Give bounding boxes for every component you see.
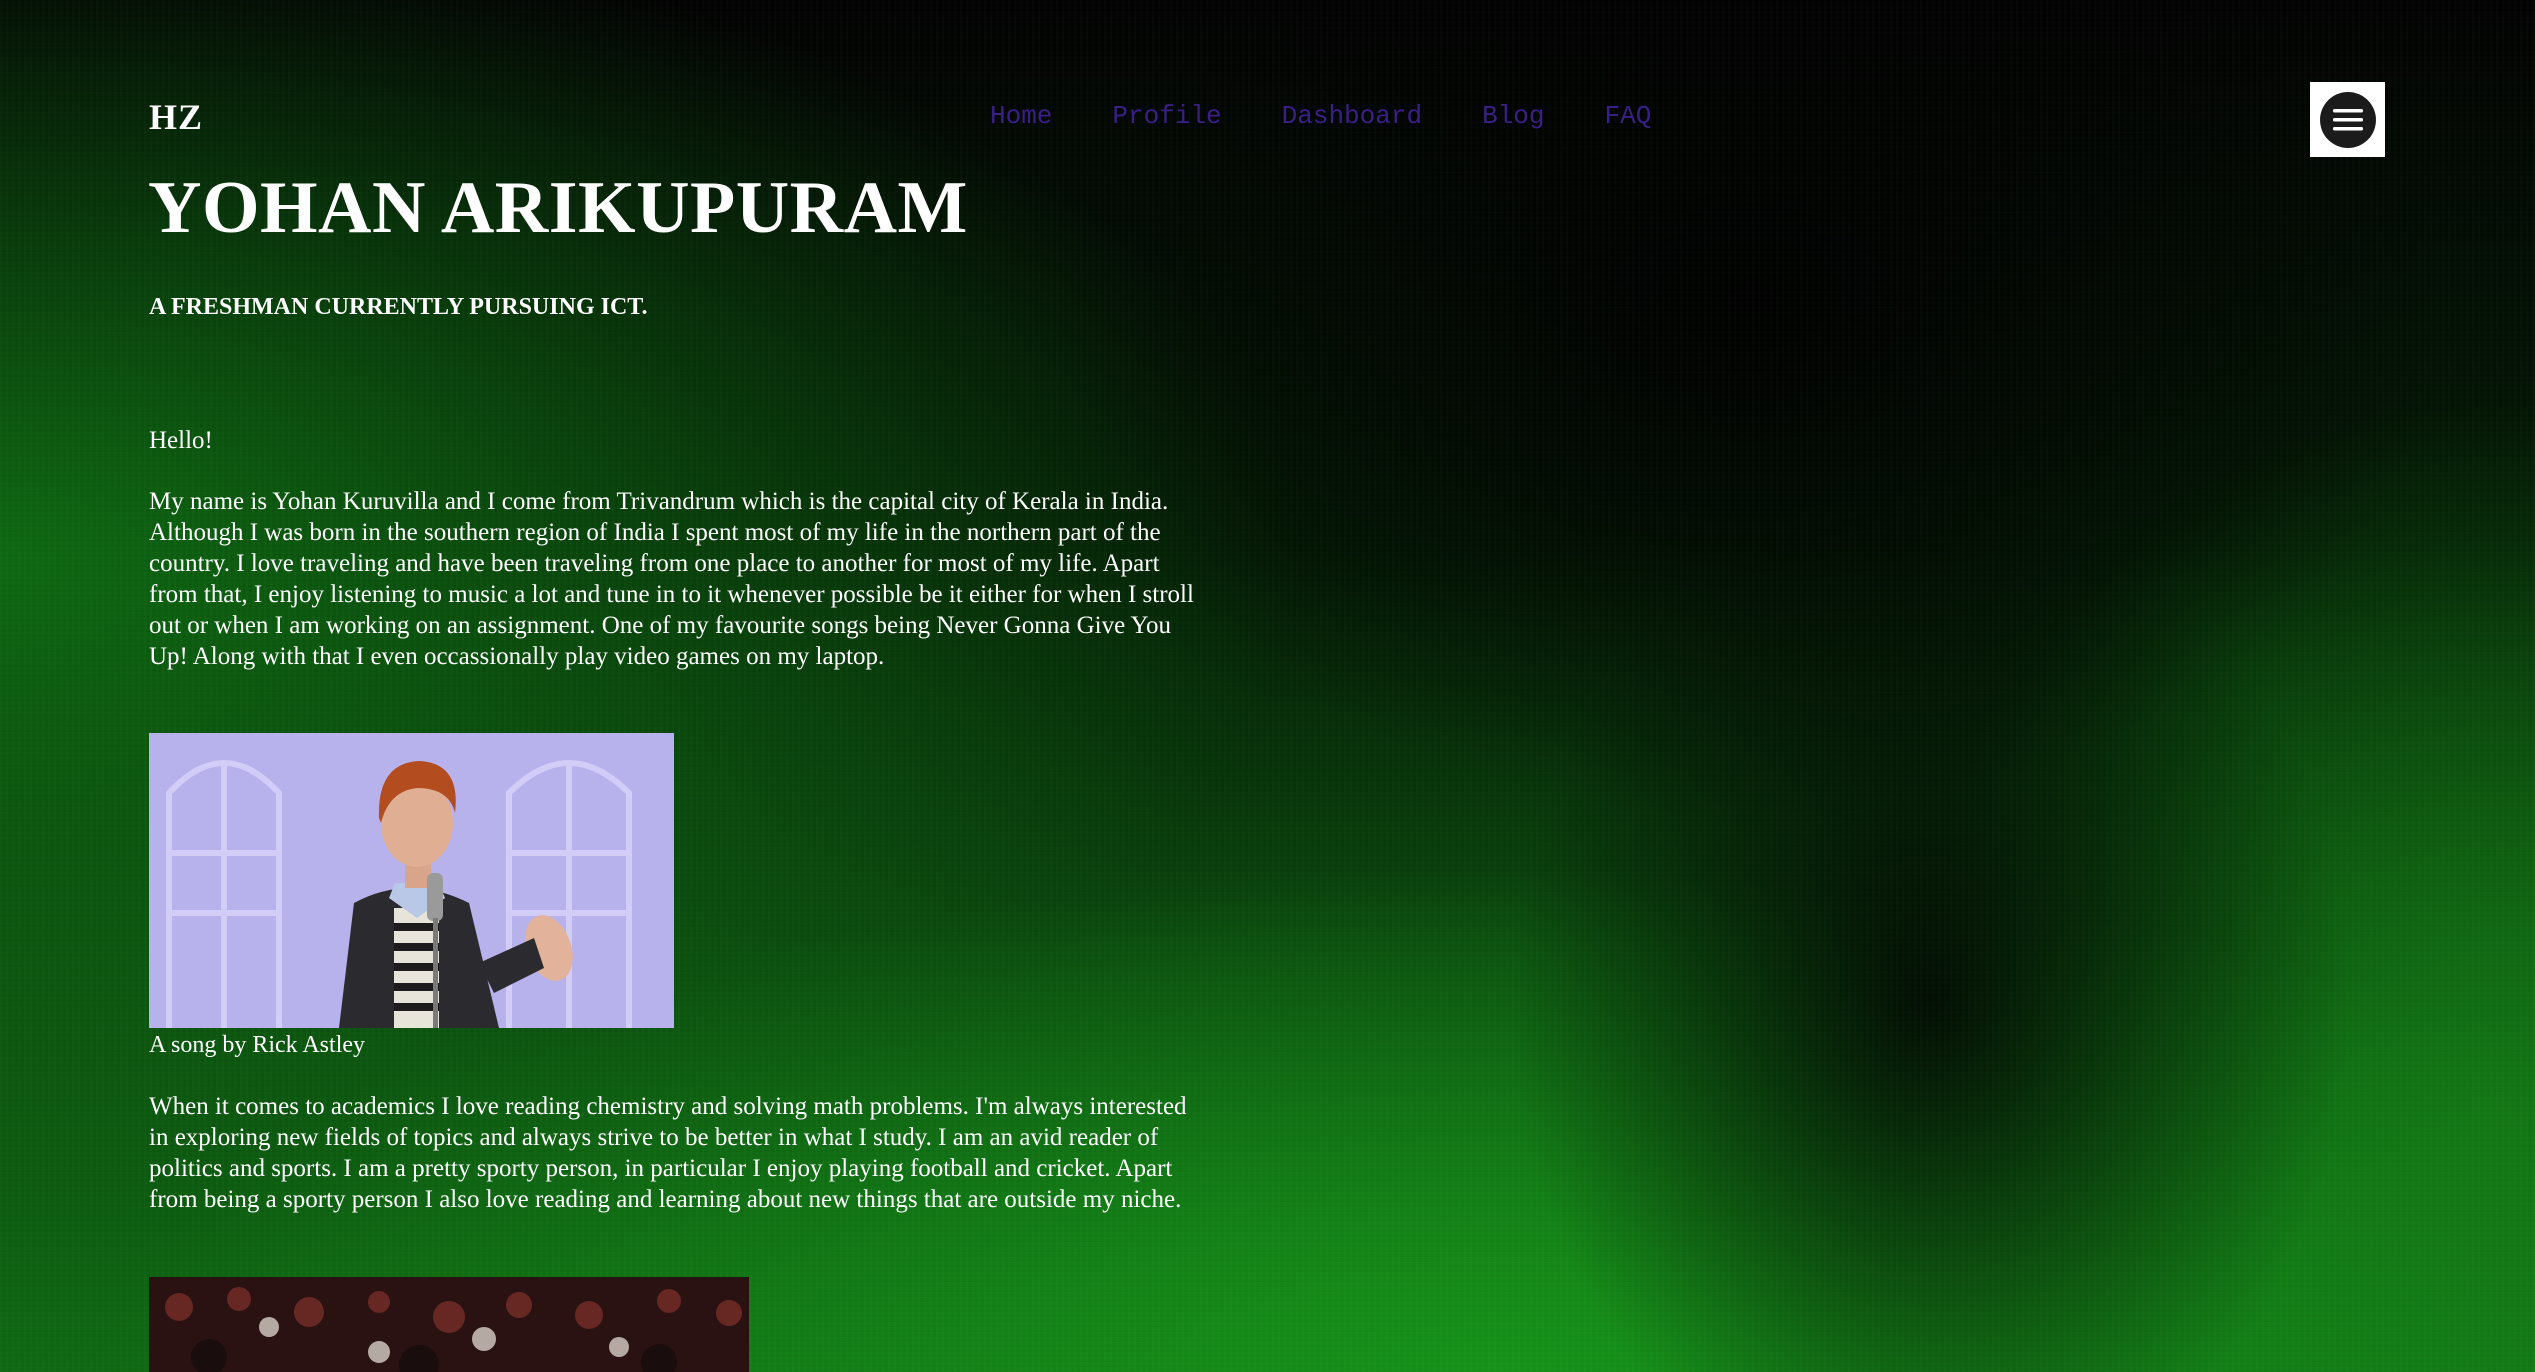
nav-link-profile[interactable]: Profile [1112,101,1221,131]
academics-paragraph: When it comes to academics I love readin… [149,1093,1187,1213]
rick-astley-image [149,733,674,1028]
main-nav: Home Profile Dashboard Blog FAQ [990,101,1651,131]
nav-link-faq[interactable]: FAQ [1605,101,1652,131]
page-subtitle: A FRESHMAN CURRENTLY PURSUING ICT. [149,294,648,320]
page: HZ Home Profile Dashboard Blog FAQ YOHAN… [0,0,2535,1372]
nav-link-blog[interactable]: Blog [1482,101,1544,131]
hamburger-menu-icon [2319,91,2376,148]
intro-paragraph: My name is Yohan Kuruvilla and I come fr… [149,488,1194,670]
nav-link-dashboard[interactable]: Dashboard [1282,101,1422,131]
page-title: YOHAN ARIKUPURAM [148,167,968,249]
menu-button[interactable] [2310,82,2385,157]
site-logo[interactable]: HZ [149,96,203,138]
nav-link-home[interactable]: Home [990,101,1052,131]
football-crowd-image [149,1277,749,1372]
greeting-text: Hello! [149,427,213,454]
image-caption: A song by Rick Astley [149,1032,366,1058]
